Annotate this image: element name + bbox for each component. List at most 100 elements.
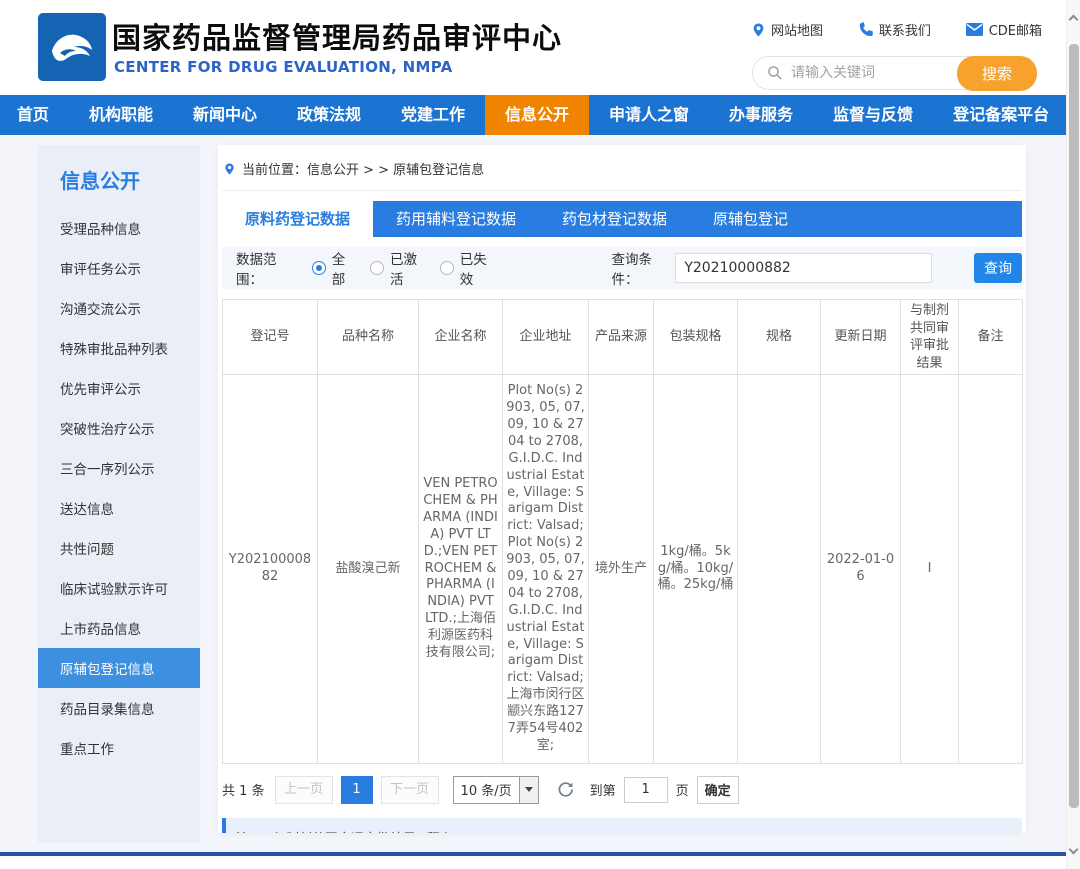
radio-activated[interactable]: 已激活 bbox=[370, 248, 422, 288]
search-button[interactable]: 搜索 bbox=[957, 56, 1037, 91]
filter-bar: 数据范围： 全部 已激活 已失效 查询条件： 查询 bbox=[222, 247, 1022, 289]
note-box: 注： “与制剂共同审评审批结果” 释义： 符号 代表含义 A 已批准在上市制剂使… bbox=[222, 818, 1022, 833]
nav-item-services[interactable]: 办事服务 bbox=[709, 95, 813, 135]
radio-all-label: 全部 bbox=[332, 248, 352, 288]
radio-expired-label: 已失效 bbox=[460, 248, 492, 288]
cell-spec bbox=[738, 375, 821, 764]
sidebar-title: 信息公开 bbox=[60, 165, 200, 194]
nav-item-supervision[interactable]: 监督与反馈 bbox=[813, 95, 933, 135]
breadcrumb: 当前位置：信息公开 > > 原辅包登记信息 bbox=[222, 159, 1022, 178]
col-packaging-spec: 包装规格 bbox=[654, 300, 738, 375]
nav-item-functions[interactable]: 机构职能 bbox=[69, 95, 173, 135]
sidebar-item-review-tasks[interactable]: 审评任务公示 bbox=[38, 248, 200, 288]
page-size-value: 10 条/页 bbox=[461, 780, 512, 799]
nav-item-registration-platform[interactable]: 登记备案平台 bbox=[933, 95, 1069, 135]
goto-confirm-button[interactable]: 确定 bbox=[697, 776, 739, 804]
prev-page-button[interactable]: 上一页 bbox=[275, 776, 333, 804]
sidebar-item-raw-material-registration[interactable]: 原辅包登记信息 bbox=[38, 648, 200, 688]
nav-item-home[interactable]: 首页 bbox=[0, 95, 69, 135]
bottom-divider bbox=[0, 852, 1066, 856]
sidebar-item-marketed-drugs[interactable]: 上市药品信息 bbox=[38, 608, 200, 648]
query-button[interactable]: 查询 bbox=[974, 253, 1022, 283]
nav-item-party[interactable]: 党建工作 bbox=[381, 95, 485, 135]
cell-product-source: 境外生产 bbox=[589, 375, 654, 764]
nav-item-info-disclosure[interactable]: 信息公开 bbox=[485, 95, 589, 135]
scroll-up-icon[interactable] bbox=[1069, 15, 1079, 25]
col-registration-no: 登记号 bbox=[223, 300, 318, 375]
sidebar-item-priority-review[interactable]: 优先审评公示 bbox=[38, 368, 200, 408]
cell-company-name: VEN PETROCHEM & PHARMA (INDIA) PVT LTD.;… bbox=[419, 375, 503, 764]
sidebar-item-delivery-info[interactable]: 送达信息 bbox=[38, 488, 200, 528]
vertical-scrollbar[interactable] bbox=[1066, 0, 1080, 869]
contact-label: 联系我们 bbox=[879, 20, 931, 39]
contact-link[interactable]: 联系我们 bbox=[858, 20, 931, 39]
site-subtitle: CENTER FOR DRUG EVALUATION, NMPA bbox=[114, 58, 453, 76]
cell-remark bbox=[959, 375, 1023, 764]
nav-item-news[interactable]: 新闻中心 bbox=[173, 95, 277, 135]
sidebar-item-breakthrough-therapy[interactable]: 突破性治疗公示 bbox=[38, 408, 200, 448]
sidebar: 信息公开 受理品种信息 审评任务公示 沟通交流公示 特殊审批品种列表 优先审评公… bbox=[38, 145, 200, 843]
cell-registration-no: Y20210000882 bbox=[223, 375, 318, 764]
tab-packaging-material-data[interactable]: 药包材登记数据 bbox=[539, 201, 690, 237]
goto-page-input[interactable] bbox=[624, 777, 668, 803]
sitemap-label: 网站地图 bbox=[771, 20, 823, 39]
col-product-source: 产品来源 bbox=[589, 300, 654, 375]
sitemap-link[interactable]: 网站地图 bbox=[752, 20, 823, 39]
sidebar-item-clinical-trial-license[interactable]: 临床试验默示许可 bbox=[38, 568, 200, 608]
next-page-button[interactable]: 下一页 bbox=[381, 776, 439, 804]
refresh-icon[interactable] bbox=[557, 781, 574, 798]
location-pin-icon bbox=[752, 22, 765, 38]
data-tabs: 原料药登记数据 药用辅料登记数据 药包材登记数据 原辅包登记 bbox=[222, 201, 1022, 237]
registration-table: 登记号 品种名称 企业名称 企业地址 产品来源 包装规格 规格 更新日期 与制剂… bbox=[222, 299, 1023, 764]
current-page-button[interactable]: 1 bbox=[341, 776, 373, 804]
sidebar-item-drug-catalog[interactable]: 药品目录集信息 bbox=[38, 688, 200, 728]
col-update-date: 更新日期 bbox=[821, 300, 901, 375]
radio-all-icon[interactable] bbox=[312, 261, 326, 275]
radio-all[interactable]: 全部 bbox=[312, 248, 352, 288]
col-joint-review-result: 与制剂共同审评审批结果 bbox=[901, 300, 959, 375]
tab-excipient-data[interactable]: 药用辅料登记数据 bbox=[373, 201, 539, 237]
radio-activated-icon[interactable] bbox=[370, 261, 384, 275]
chevron-down-icon[interactable] bbox=[519, 777, 538, 803]
mail-icon bbox=[966, 23, 983, 36]
cell-joint-review-result: I bbox=[901, 375, 959, 764]
header-search: 搜索 bbox=[752, 56, 1037, 90]
goto-label: 到第 bbox=[590, 780, 616, 799]
cde-mail-link[interactable]: CDE邮箱 bbox=[966, 20, 1042, 39]
query-label: 查询条件： bbox=[612, 248, 670, 288]
table-header-row: 登记号 品种名称 企业名称 企业地址 产品来源 包装规格 规格 更新日期 与制剂… bbox=[223, 300, 1023, 375]
radio-expired[interactable]: 已失效 bbox=[440, 248, 492, 288]
goto-suffix: 页 bbox=[676, 780, 689, 799]
pagination: 共 1 条 上一页 1 下一页 10 条/页 到第 页 确定 bbox=[222, 776, 1022, 804]
col-variety-name: 品种名称 bbox=[318, 300, 419, 375]
sidebar-item-common-issues[interactable]: 共性问题 bbox=[38, 528, 200, 568]
cde-logo-icon bbox=[38, 13, 106, 81]
sidebar-item-special-approval[interactable]: 特殊审批品种列表 bbox=[38, 328, 200, 368]
nav-item-policy[interactable]: 政策法规 bbox=[277, 95, 381, 135]
mail-label: CDE邮箱 bbox=[989, 20, 1042, 39]
note-title: 注： “与制剂共同审评审批结果” 释义： bbox=[236, 828, 1012, 833]
scrollbar-thumb[interactable] bbox=[1069, 44, 1079, 808]
tab-raw-material-data[interactable]: 原料药登记数据 bbox=[222, 201, 373, 237]
search-icon bbox=[767, 65, 783, 81]
scroll-down-icon[interactable] bbox=[1069, 845, 1079, 855]
sidebar-item-accepted-varieties[interactable]: 受理品种信息 bbox=[38, 208, 200, 248]
scope-label: 数据范围： bbox=[236, 248, 294, 288]
page-size-select[interactable]: 10 条/页 bbox=[453, 776, 539, 804]
cell-update-date: 2022-01-06 bbox=[821, 375, 901, 764]
main-navbar: 首页 机构职能 新闻中心 政策法规 党建工作 信息公开 申请人之窗 办事服务 监… bbox=[0, 95, 1066, 135]
nav-item-applicant[interactable]: 申请人之窗 bbox=[589, 95, 709, 135]
sidebar-item-three-in-one[interactable]: 三合一序列公示 bbox=[38, 448, 200, 488]
breadcrumb-divider bbox=[222, 190, 1022, 191]
tab-raw-aux-pack-registration[interactable]: 原辅包登记 bbox=[690, 201, 811, 237]
breadcrumb-text: 当前位置：信息公开 > > 原辅包登记信息 bbox=[242, 159, 484, 178]
cell-packaging-spec: 1kg/桶。5kg/桶。10kg/桶。25kg/桶 bbox=[654, 375, 738, 764]
sidebar-item-key-work[interactable]: 重点工作 bbox=[38, 728, 200, 768]
table-row: Y20210000882 盐酸溴己新 VEN PETROCHEM & PHARM… bbox=[223, 375, 1023, 764]
cell-company-address: Plot No(s) 2903, 05, 07, 09, 10 & 2704 t… bbox=[503, 375, 589, 764]
cell-variety-name: 盐酸溴己新 bbox=[318, 375, 419, 764]
radio-expired-icon[interactable] bbox=[440, 261, 454, 275]
col-remark: 备注 bbox=[959, 300, 1023, 375]
query-input[interactable] bbox=[675, 253, 932, 283]
sidebar-item-communication[interactable]: 沟通交流公示 bbox=[38, 288, 200, 328]
